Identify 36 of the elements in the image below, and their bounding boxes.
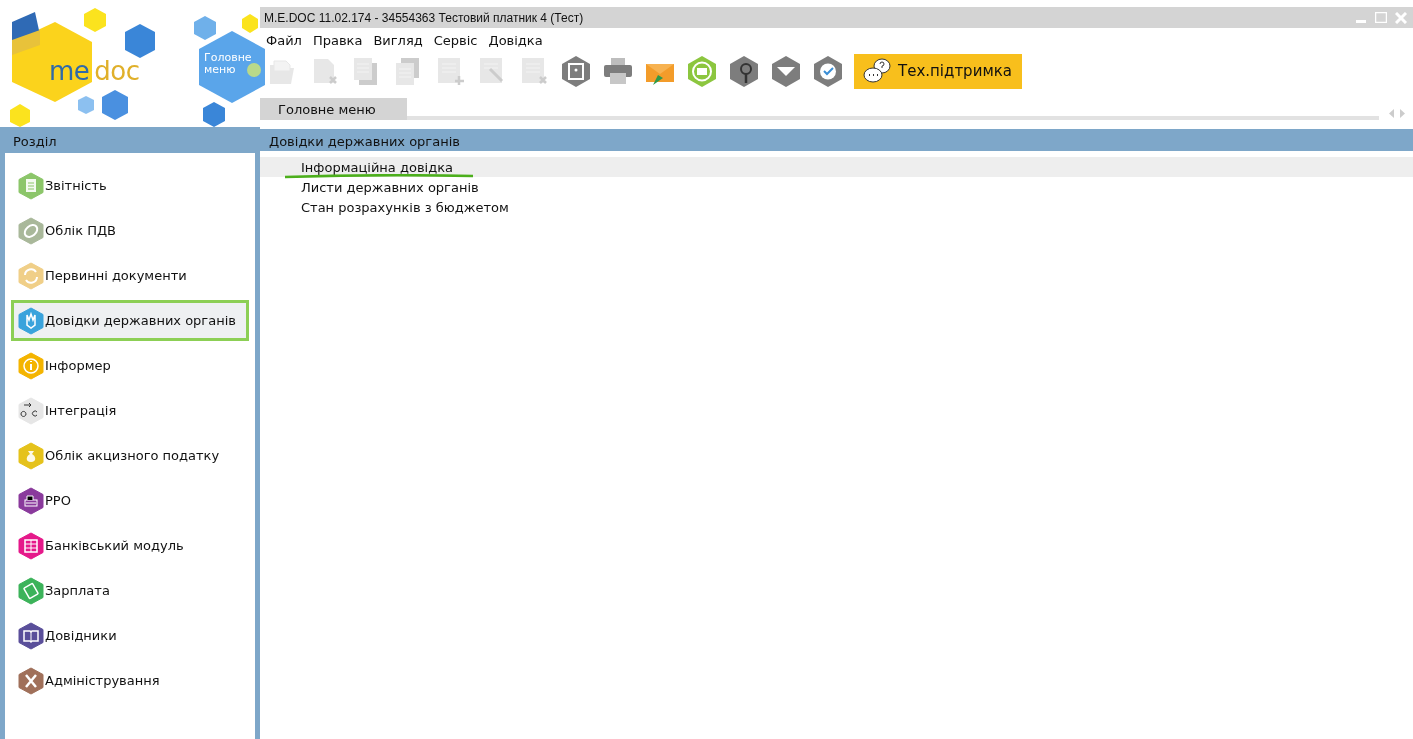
- search-icon: [728, 54, 760, 88]
- toolbar-button[interactable]: [728, 54, 760, 88]
- list-item[interactable]: Інформаційна довідка: [260, 157, 1413, 177]
- tab[interactable]: Головне меню: [260, 98, 407, 120]
- sidebar-item[interactable]: Зарплата: [11, 570, 249, 611]
- menu-item[interactable]: Вигляд: [373, 31, 423, 49]
- left-arrow-icon[interactable]: [1389, 109, 1394, 118]
- sidebar-item[interactable]: Інтеграція: [11, 390, 249, 431]
- sidebar-item[interactable]: Інформер: [11, 345, 249, 386]
- sidebar-item[interactable]: Довідки державних органів: [11, 300, 249, 341]
- check-icon: [812, 54, 844, 88]
- window-title: M.E.DOC 11.02.174 - 34554363 Тестовий платник 4 (Тест): [264, 10, 585, 25]
- sidebar-item[interactable]: Звітність: [11, 165, 249, 206]
- list-item[interactable]: Листи державних органів: [260, 177, 1413, 197]
- sidebar-item[interactable]: Довідники: [11, 615, 249, 656]
- menu-item[interactable]: Сервіс: [433, 31, 478, 49]
- filter-icon: [770, 54, 802, 88]
- logo-text: me doc: [49, 56, 140, 86]
- panel-title: Розділ: [12, 133, 58, 151]
- right-arrow-icon[interactable]: [1400, 109, 1405, 118]
- menu-item[interactable]: Довідка: [488, 31, 543, 49]
- sidebar-item[interactable]: Облік ПДВ: [11, 210, 249, 251]
- section-title: Довідки державних органів: [269, 133, 460, 149]
- support-button[interactable]: Тех.підтримка: [854, 53, 1022, 89]
- sidebar-item[interactable]: Банківський модуль: [11, 525, 249, 566]
- menu-item[interactable]: Файл: [266, 31, 302, 49]
- sidebar-item[interactable]: Адміністрування: [11, 660, 249, 701]
- safe-icon: [560, 54, 592, 88]
- close-icon[interactable]: [1395, 11, 1407, 24]
- sidebar-item[interactable]: Облік акцизного податку: [11, 435, 249, 476]
- sidebar-item[interactable]: РРО: [11, 480, 249, 521]
- sidebar-item[interactable]: Первинні документи: [11, 255, 249, 296]
- list-item[interactable]: Стан розрахунків з бюджетом: [260, 197, 1413, 217]
- menu-item[interactable]: Правка: [312, 31, 363, 49]
- maximize-icon[interactable]: [1375, 12, 1387, 23]
- chat-bubbles-icon: [862, 57, 892, 85]
